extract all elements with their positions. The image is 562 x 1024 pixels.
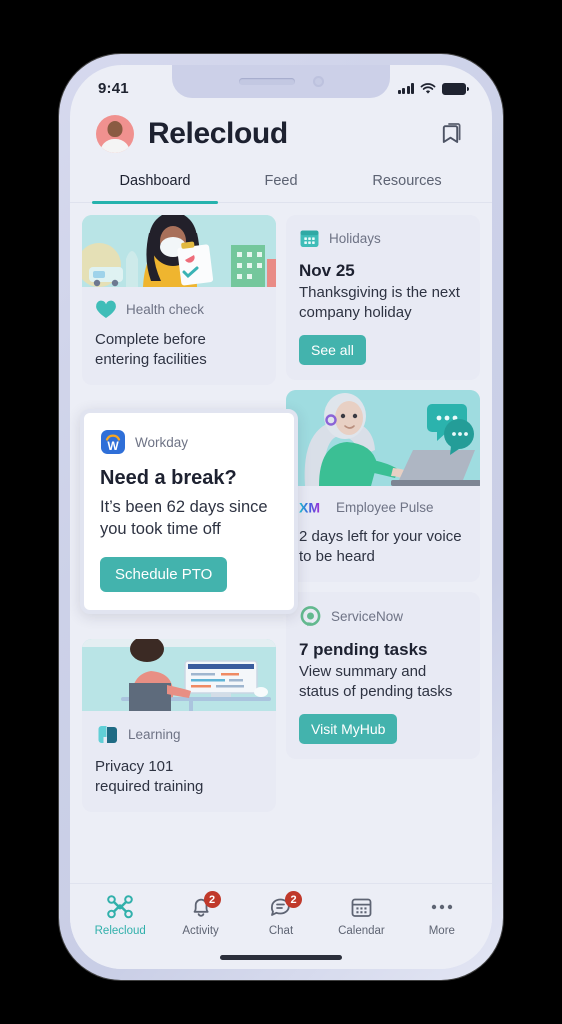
learning-source: Learning [95,724,263,746]
card-holidays[interactable]: Holidays Nov 25 Thanksgiving is the next… [286,215,480,381]
health-check-body: Health check Complete before entering fa… [82,287,276,385]
learning-text-line1: Privacy 101 [95,757,174,775]
battery-icon [442,82,469,95]
workday-source-label: Workday [135,434,189,450]
tab-feed[interactable]: Feed [218,167,344,202]
home-indicator[interactable] [220,955,342,960]
svg-text:XM: XM [299,500,320,516]
nav-item-relecloud[interactable]: Relecloud [80,894,160,969]
card-employee-pulse[interactable]: XM Employee Pulse 2 days left for your v… [286,390,480,582]
bookmark-icon[interactable] [436,117,468,151]
nav-label-calendar: Calendar [338,925,385,937]
employee-pulse-source-label: Employee Pulse [336,500,434,516]
health-check-illustration [82,215,276,287]
phone-screen: 9:41 Relecloud Dashboard Feed Resources … [70,65,492,969]
nav-label-relecloud: Relecloud [94,925,146,937]
servicenow-source-label: ServiceNow [331,609,404,624]
employee-pulse-body: XM Employee Pulse 2 days left for your v… [286,486,480,582]
card-workday-featured[interactable]: W Workday Need a break? It’s been 62 day… [80,409,298,614]
holidays-headline: Nov 25 [299,261,355,280]
health-check-source: Health check [95,300,263,319]
workday-source: W Workday [100,429,278,455]
cellular-signal-icon [397,83,414,94]
right-column: Holidays Nov 25 Thanksgiving is the next… [286,215,480,828]
chat-bubble-icon: 2 [269,891,303,920]
activity-badge: 2 [203,891,221,908]
svg-text:W: W [107,439,119,453]
learning-source-label: Learning [128,727,181,743]
holidays-source-label: Holidays [329,231,381,246]
tab-bar: Dashboard Feed Resources [70,167,492,204]
workday-text: It’s been 62 days since you took time of… [100,498,268,539]
workday-headline: Need a break? [100,467,237,489]
tab-dashboard[interactable]: Dashboard [92,167,218,204]
avatar[interactable] [96,115,134,153]
xm-logo-icon: XM [299,499,327,516]
holidays-text: Thanksgiving is the next company holiday [299,284,460,322]
card-servicenow[interactable]: ServiceNow 7 pending tasks View summary … [286,592,480,760]
servicenow-headline: 7 pending tasks [299,640,428,659]
bell-icon: 2 [190,891,221,920]
servicenow-source: ServiceNow [299,605,467,628]
calendar-icon [299,228,320,249]
nav-label-activity: Activity [182,925,219,937]
status-indicators [397,80,469,95]
holidays-body: Holidays Nov 25 Thanksgiving is the next… [286,215,480,380]
health-check-source-label: Health check [126,302,205,317]
holidays-source: Holidays [299,228,467,249]
card-learning[interactable]: Learning Privacy 101 required training [82,638,276,812]
status-bar: 9:41 [70,65,492,109]
nav-label-more: More [428,925,455,937]
phone-frame: 9:41 Relecloud Dashboard Feed Resources … [59,54,503,980]
workday-logo-icon: W [100,429,126,455]
tab-resources[interactable]: Resources [344,167,470,202]
chat-badge: 2 [285,891,303,908]
drone-icon [107,894,134,920]
learning-illustration [82,638,276,711]
employee-pulse-illustration [286,390,480,487]
ellipsis-icon [430,894,454,920]
calendar-icon [350,894,373,920]
schedule-pto-button[interactable]: Schedule PTO [100,556,228,592]
wifi-icon [420,82,436,95]
page-title: Relecloud [148,117,288,150]
card-health-check[interactable]: Health check Complete before entering fa… [82,215,276,385]
servicenow-text: View summary and status of pending tasks [299,663,453,701]
see-all-button[interactable]: See all [299,335,366,366]
status-time: 9:41 [98,80,129,97]
servicenow-logo-icon [299,605,322,628]
app-header: Relecloud [70,109,492,167]
dashboard-content[interactable]: Health check Complete before entering fa… [70,203,492,828]
learning-text-line2: required training [95,777,204,795]
employee-pulse-source: XM Employee Pulse [299,499,467,516]
employee-pulse-text: 2 days left for your voice to be heard [299,528,462,566]
learning-body: Learning Privacy 101 required training [82,711,276,812]
nav-label-chat: Chat [268,925,294,937]
heart-icon [95,300,117,319]
servicenow-body: ServiceNow 7 pending tasks View summary … [286,592,480,759]
nav-item-more[interactable]: More [402,894,482,969]
learning-logo-icon [95,724,119,746]
visit-myhub-button[interactable]: Visit MyHub [299,714,398,745]
health-check-text: Complete before entering facilities [95,331,207,368]
